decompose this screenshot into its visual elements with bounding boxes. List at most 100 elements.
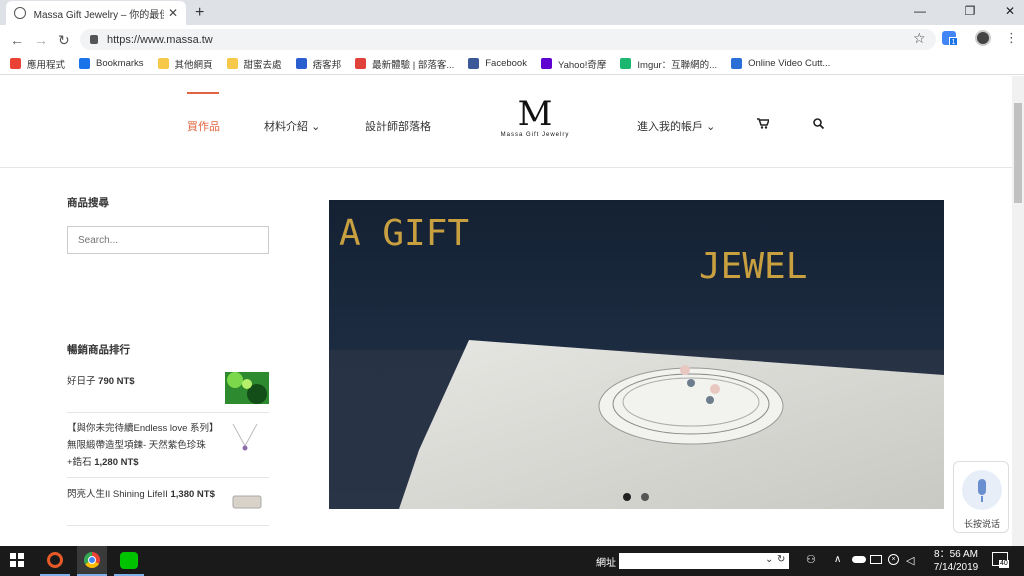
- reload-icon[interactable]: ↻: [58, 32, 70, 49]
- omnibox[interactable]: https://www.massa.tw: [80, 29, 936, 50]
- bookmark-item[interactable]: 其他網頁: [157, 57, 213, 71]
- search-icon[interactable]: [813, 118, 825, 132]
- url-text: https://www.massa.tw: [107, 33, 213, 46]
- voice-label: 长按说话: [963, 519, 1000, 529]
- apps-grid-icon: [10, 58, 21, 69]
- hero-slider[interactable]: A GIFT JEWEL: [329, 200, 944, 509]
- bookmark-item[interactable]: 最新體驗 | 部落客...: [355, 57, 454, 71]
- slide-dot[interactable]: [641, 493, 649, 501]
- voice-input-widget[interactable]: 长按说话: [953, 461, 1009, 533]
- product-price: 1,380 NT$: [170, 489, 215, 500]
- scrollbar-thumb[interactable]: [1014, 103, 1022, 203]
- bookmark-label: Yahoo!奇摩: [557, 59, 607, 71]
- banner-text-2: JEWEL: [699, 246, 807, 287]
- slide-dot-active[interactable]: [623, 493, 631, 501]
- bookmark-item[interactable]: 痞客邦: [295, 57, 341, 71]
- pixnet-icon: [295, 58, 307, 69]
- menu-products[interactable]: 買作品: [187, 118, 220, 134]
- folder-icon: [226, 58, 238, 69]
- banner-text-1: A GIFT: [339, 213, 469, 254]
- bookmark-item[interactable]: Bookmarks: [79, 58, 144, 69]
- logo-text: Massa Gift Jewelry: [500, 132, 570, 138]
- new-tab-button[interactable]: +: [195, 4, 204, 22]
- bookmark-label: 應用程式: [27, 59, 66, 71]
- facebook-icon: [468, 58, 480, 69]
- site-header: 買作品 材料介紹 ⌄ 設計師部落格 M Massa Gift Jewelry 進…: [0, 76, 1012, 168]
- restore-button[interactable]: ❐: [955, 4, 985, 18]
- close-window-button[interactable]: ✕: [995, 4, 1024, 18]
- app-icon: [47, 552, 63, 568]
- tab-title: Massa Gift Jewelry – 你的最佳女: [33, 9, 164, 21]
- dropdown-chevron-icon[interactable]: ⌄: [765, 554, 773, 565]
- star-icon: [79, 58, 91, 69]
- bookmark-item[interactable]: Online Video Cutt...: [731, 58, 830, 69]
- bookmark-item[interactable]: Yahoo!奇摩: [540, 57, 607, 71]
- battery-icon[interactable]: [870, 555, 882, 564]
- tray-chevron-icon[interactable]: ∧: [834, 554, 841, 565]
- blocked-icon[interactable]: ×: [888, 554, 899, 565]
- taskbar-app[interactable]: [40, 546, 70, 576]
- product-text: 【與你未完待續Endless love 系列】無限緞帶造型項鍊- 天然紫色珍珠+…: [67, 420, 217, 471]
- go-refresh-icon[interactable]: ↻: [777, 554, 785, 565]
- action-center-icon[interactable]: 40: [992, 552, 1009, 568]
- taskbar-address-input[interactable]: ⌄ ↻: [619, 553, 789, 569]
- product-item[interactable]: 好日子 790 NT$: [67, 372, 269, 413]
- bookmark-label: Bookmarks: [96, 58, 144, 69]
- menu-account[interactable]: 進入我的帳戶 ⌄: [637, 118, 715, 134]
- forward-icon[interactable]: →: [34, 32, 48, 48]
- video-cutter-icon: [731, 58, 743, 69]
- minimize-button[interactable]: —: [905, 4, 935, 18]
- profile-avatar[interactable]: [975, 30, 991, 46]
- chevron-down-icon: ⌄: [706, 121, 716, 133]
- bookmark-label: 其他網頁: [174, 59, 213, 71]
- taskbar-address-label: 網址: [596, 558, 616, 569]
- product-thumbnail: [225, 372, 269, 404]
- search-heading: 商品搜尋: [67, 197, 109, 209]
- speaker-icon[interactable]: ◁: [906, 554, 914, 567]
- bookmark-label: 最新體驗 | 部落客...: [372, 59, 455, 71]
- taskbar-line[interactable]: [114, 546, 144, 576]
- product-thumbnail: [225, 486, 269, 518]
- menu-materials[interactable]: 材料介紹 ⌄: [264, 118, 320, 134]
- cart-icon[interactable]: [757, 118, 771, 132]
- product-name-tail: 石: [82, 457, 92, 468]
- product-name: 閃亮人生II Shining LifeII: [67, 489, 168, 500]
- bookmark-item[interactable]: Imgur：互聯網的...: [620, 57, 717, 71]
- site-logo[interactable]: M Massa Gift Jewelry: [490, 96, 580, 148]
- extension-icon[interactable]: 1: [942, 31, 958, 46]
- close-tab-icon[interactable]: ✕: [168, 6, 178, 20]
- extension-badge: 1: [949, 37, 958, 46]
- product-text: 好日子 790 NT$: [67, 373, 217, 390]
- taskbar-clock[interactable]: 8：56 AM 7/14/2019: [928, 548, 984, 574]
- onedrive-cloud-icon[interactable]: [852, 556, 866, 563]
- bookmark-star-icon[interactable]: ☆: [913, 30, 926, 47]
- bookmark-item[interactable]: 甜蜜去處: [226, 57, 282, 71]
- menu-blog[interactable]: 設計師部落格: [365, 118, 431, 134]
- line-icon: [120, 552, 138, 569]
- product-item[interactable]: 【與你未完待續Endless love 系列】無限緞帶造型項鍊- 天然紫色珍珠+…: [67, 420, 269, 478]
- bookmark-item[interactable]: Facebook: [468, 58, 527, 69]
- menu-account-label: 進入我的帳戶: [637, 121, 703, 133]
- clock-date: 7/14/2019: [933, 562, 979, 573]
- yahoo-icon: [540, 58, 552, 69]
- menu-kebab-icon[interactable]: ⋮: [1005, 30, 1018, 46]
- people-icon[interactable]: ⚇: [806, 553, 816, 566]
- imgur-icon: [620, 58, 632, 69]
- windows-start-icon[interactable]: [10, 553, 24, 570]
- product-price: 790 NT$: [98, 376, 135, 387]
- bookmark-label: Imgur：互聯網的...: [637, 59, 718, 71]
- product-search-input[interactable]: [67, 226, 269, 254]
- browser-tab[interactable]: Massa Gift Jewelry – 你的最佳女 ✕: [6, 1, 186, 25]
- bookmarks-bar: 應用程式 Bookmarks 其他網頁 甜蜜去處 痞客邦 最新體驗 | 部落客... Fac…: [0, 53, 1024, 75]
- bookmark-item[interactable]: 應用程式: [10, 57, 65, 71]
- back-icon[interactable]: ←: [10, 32, 24, 48]
- logo-mark: M: [517, 94, 553, 134]
- product-item[interactable]: 閃亮人生II Shining LifeII 1,380 NT$: [67, 482, 269, 526]
- web-page: 買作品 材料介紹 ⌄ 設計師部落格 M Massa Gift Jewelry 進…: [0, 76, 1012, 546]
- menu-materials-label: 材料介紹: [264, 121, 308, 133]
- bestsellers-heading: 暢銷商品排行: [67, 344, 130, 356]
- product-price: 1,280 NT$: [94, 457, 139, 468]
- taskbar-chrome[interactable]: [77, 546, 107, 576]
- product-thumbnail: [225, 422, 269, 462]
- folder-icon: [157, 58, 169, 69]
